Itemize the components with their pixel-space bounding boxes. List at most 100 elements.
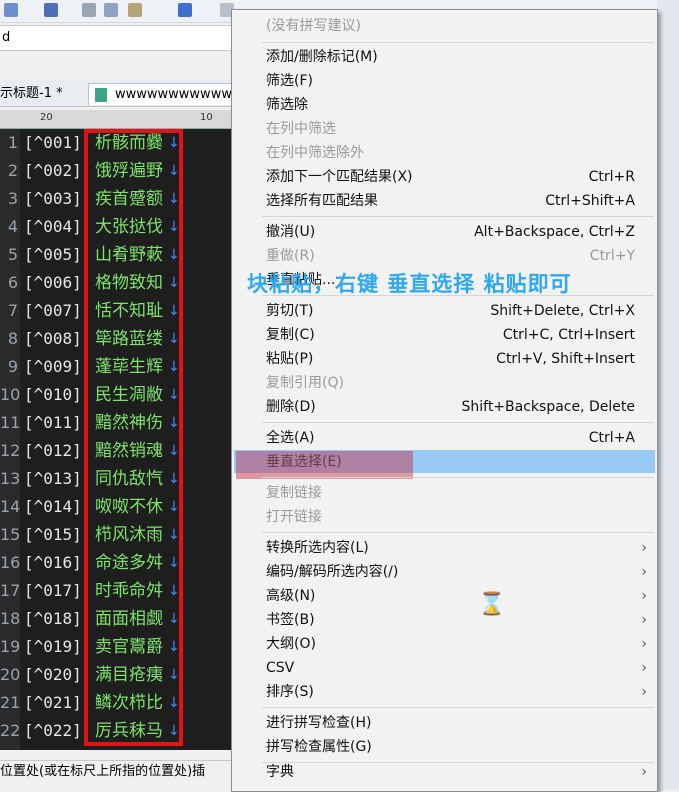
- menu-item-select-all-matches[interactable]: 选择所有匹配结果 Ctrl+Shift+A: [232, 189, 657, 213]
- footnote-tag: [^018]:: [24, 609, 92, 628]
- submenu-arrow-icon: ›: [641, 588, 647, 604]
- footnote-tag: [^005]:: [24, 245, 92, 264]
- menu-item-select-all[interactable]: 全选(A) Ctrl+A: [232, 426, 657, 450]
- line-number: 15: [0, 525, 21, 544]
- line-number: 9: [7, 357, 18, 376]
- annotation-text: 块粘贴，右键 垂直选择 粘贴即可: [247, 272, 572, 296]
- busy-cursor-icon: ⌛: [478, 592, 506, 617]
- ruler-mark-20: 20: [40, 112, 53, 123]
- footnote-tag: [^011]:: [24, 413, 92, 432]
- menu-item-cut[interactable]: 剪切(T) Shift+Delete, Ctrl+X: [232, 299, 657, 323]
- menu-item-sort[interactable]: 排序(S) ›: [232, 680, 657, 704]
- line-number: 22: [0, 721, 21, 740]
- address-text: d: [2, 30, 11, 45]
- copy-icon[interactable]: [104, 3, 118, 17]
- menu-item-copy-link: 复制链接: [266, 485, 322, 501]
- line-number: 7: [7, 301, 18, 320]
- menu-item-add-remove-mark[interactable]: 添加/删除标记(M): [232, 45, 657, 69]
- line-number: 18: [0, 609, 21, 628]
- footnote-tag: [^009]:: [24, 357, 92, 376]
- ruler-mark-10: 10: [200, 112, 213, 123]
- tab-wwww[interactable]: wwwwwwwwwww: [88, 83, 238, 105]
- tab-untitled-1[interactable]: 示标题-1 *: [0, 83, 63, 105]
- line-number: 4: [7, 217, 18, 236]
- menu-item-filter-out[interactable]: 筛选除: [232, 93, 657, 117]
- line-number: 12: [0, 441, 21, 460]
- line-number: 20: [0, 665, 21, 684]
- menu-item-bookmark[interactable]: 书签(B) ›: [232, 608, 657, 632]
- right-side-toolbar: [657, 0, 679, 790]
- footnote-tag: [^004]:: [24, 217, 92, 236]
- footnote-tag: [^022]:: [24, 721, 92, 740]
- menu-item-outline[interactable]: 大纲(O) ›: [232, 632, 657, 656]
- menu-item-csv[interactable]: CSV ›: [232, 656, 657, 680]
- footnote-tag: [^014]:: [24, 497, 92, 516]
- line-number: 11: [0, 413, 21, 432]
- menu-item-paste[interactable]: 粘贴(P) Ctrl+V, Shift+Insert: [232, 347, 657, 371]
- footnote-tag: [^015]:: [24, 525, 92, 544]
- menu-item-open-link: 打开链接: [266, 509, 322, 525]
- menu-item-delete[interactable]: 删除(D) Shift+Backspace, Delete: [232, 395, 657, 419]
- footnote-tag: [^007]:: [24, 301, 92, 320]
- menu-item-encode-decode[interactable]: 编码/解码所选内容(/) ›: [232, 560, 657, 584]
- menu-separator: [262, 532, 654, 533]
- menu-item-advanced[interactable]: 高级(N) ›: [232, 584, 657, 608]
- menu-separator: [262, 477, 654, 478]
- line-number: 1: [7, 133, 18, 152]
- footnote-tag: [^003]:: [24, 189, 92, 208]
- menu-item-dictionary[interactable]: 字典 ›: [232, 760, 657, 784]
- footnote-tag: [^006]:: [24, 273, 92, 292]
- line-number: 16: [0, 553, 21, 572]
- footnote-tag: [^021]:: [24, 693, 92, 712]
- submenu-arrow-icon: ›: [641, 684, 647, 700]
- file-icon: [95, 88, 107, 102]
- save-icon[interactable]: [44, 3, 58, 17]
- context-menu: (没有拼写建议) 添加/删除标记(M) 筛选(F) 筛选除 在列中筛选 在列中筛…: [231, 9, 658, 792]
- footnote-tag: [^020]:: [24, 665, 92, 684]
- line-number: 14: [0, 497, 21, 516]
- menu-item-filter-in-column: 在列中筛选: [266, 121, 336, 137]
- menu-item-filter[interactable]: 筛选(F): [232, 69, 657, 93]
- undo-icon[interactable]: [178, 3, 192, 17]
- open-folder-icon[interactable]: [4, 3, 18, 17]
- menu-separator: [262, 422, 654, 423]
- line-number: 8: [7, 329, 18, 348]
- menu-item-copy[interactable]: 复制(C) Ctrl+C, Ctrl+Insert: [232, 323, 657, 347]
- menu-separator: [262, 42, 654, 43]
- menu-item-add-next-match[interactable]: 添加下一个匹配结果(X) Ctrl+R: [232, 165, 657, 189]
- submenu-arrow-icon: ›: [641, 636, 647, 652]
- footnote-tag: [^001]:: [24, 133, 92, 152]
- status-text: 位置处(或在标尺上所指的位置处)插: [0, 764, 206, 779]
- menu-item-vertical-select[interactable]: 垂直选择(E): [232, 450, 657, 474]
- menu-separator: [262, 707, 654, 708]
- submenu-arrow-icon: ›: [641, 612, 647, 628]
- submenu-arrow-icon: ›: [641, 564, 647, 580]
- line-number: 2: [7, 161, 18, 180]
- paste-icon[interactable]: [128, 3, 142, 17]
- line-number: 10: [0, 385, 21, 404]
- line-number: 21: [0, 693, 21, 712]
- menu-item-spell-check-properties[interactable]: 拼写检查属性(G): [232, 735, 657, 759]
- line-number: 5: [7, 245, 18, 264]
- line-number: 3: [7, 189, 18, 208]
- footnote-tag: [^013]:: [24, 469, 92, 488]
- submenu-arrow-icon: ›: [641, 540, 647, 556]
- menu-item-copy-quote: 复制引用(Q): [266, 375, 344, 391]
- submenu-arrow-icon: ›: [641, 660, 647, 676]
- menu-item-spell-check[interactable]: 进行拼写检查(H): [232, 711, 657, 735]
- menu-separator: [262, 216, 654, 217]
- footnote-tag: [^017]:: [24, 581, 92, 600]
- footnote-tag: [^008]:: [24, 329, 92, 348]
- footnote-tag: [^012]:: [24, 441, 92, 460]
- line-number: 19: [0, 637, 21, 656]
- footnote-tag: [^019]:: [24, 637, 92, 656]
- menu-item-no-spelling-suggestions: (没有拼写建议): [266, 18, 361, 34]
- menu-item-convert-selection[interactable]: 转换所选内容(L) ›: [232, 536, 657, 560]
- line-number: 6: [7, 273, 18, 292]
- line-number: 17: [0, 581, 21, 600]
- tab-label: wwwwwwwwwww: [115, 87, 232, 102]
- footnote-tag: [^010]:: [24, 385, 92, 404]
- footnote-tag: [^016]:: [24, 553, 92, 572]
- cut-icon[interactable]: [82, 3, 96, 17]
- menu-item-undo[interactable]: 撤消(U) Alt+Backspace, Ctrl+Z: [232, 220, 657, 244]
